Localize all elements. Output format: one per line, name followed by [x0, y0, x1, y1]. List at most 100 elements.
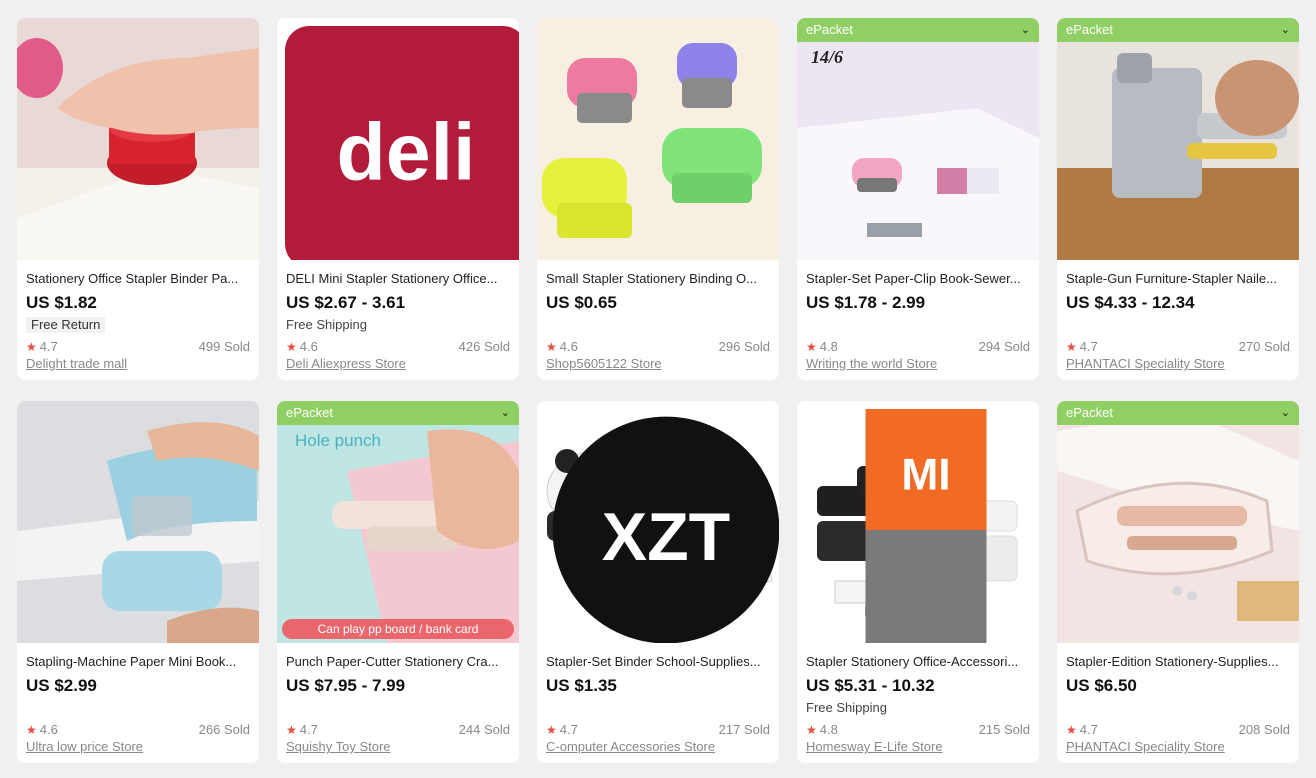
shipping-info	[286, 698, 510, 718]
sold-count: 215 Sold	[978, 721, 1030, 737]
product-price: US $0.65	[546, 293, 617, 312]
star-icon: ★	[1066, 722, 1077, 737]
epacket-banner[interactable]: ePacket ⌄	[1057, 18, 1299, 42]
shipping-info: Free Shipping	[806, 700, 887, 715]
store-link[interactable]: Ultra low price Store	[26, 738, 250, 756]
xzt-logo: XZT	[545, 409, 779, 643]
product-rating: 4.7	[1079, 338, 1098, 354]
shipping-info	[1066, 698, 1290, 718]
store-link[interactable]: PHANTACI Speciality Store	[1066, 355, 1290, 373]
store-link[interactable]: Writing the world Store	[806, 355, 1030, 373]
product-image[interactable]: MI	[797, 401, 1039, 643]
star-icon: ★	[546, 339, 557, 354]
product-rating: 4.6	[559, 338, 578, 354]
sold-count: 270 Sold	[1238, 338, 1290, 354]
epacket-label: ePacket	[1066, 22, 1113, 37]
product-title[interactable]: Stapler Stationery Office-Accessori...	[806, 653, 1030, 671]
product-card[interactable]: Stationery Office Stapler Binder Pa... U…	[17, 18, 259, 380]
product-image[interactable]	[537, 18, 779, 260]
product-title[interactable]: Stapling-Machine Paper Mini Book...	[26, 653, 250, 671]
product-price: US $1.78 - 2.99	[806, 293, 926, 312]
product-card[interactable]: Hole punch Can play pp board / bank card…	[277, 401, 519, 763]
sold-count: 294 Sold	[978, 338, 1030, 354]
sold-count: 426 Sold	[458, 338, 510, 354]
product-price: US $1.35	[546, 676, 617, 695]
sold-count: 208 Sold	[1238, 721, 1290, 737]
store-link[interactable]: Homesway E-Life Store	[806, 738, 1030, 756]
sold-count: 296 Sold	[718, 338, 770, 354]
product-image[interactable]: XZT	[537, 401, 779, 643]
epacket-banner[interactable]: ePacket ⌄	[797, 18, 1039, 42]
star-icon: ★	[546, 722, 557, 737]
chevron-down-icon[interactable]: ⌄	[1021, 18, 1030, 42]
product-title[interactable]: DELI Mini Stapler Stationery Office...	[286, 270, 510, 288]
store-link[interactable]: PHANTACI Speciality Store	[1066, 738, 1290, 756]
product-title[interactable]: Small Stapler Stationery Binding O...	[546, 270, 770, 288]
product-image[interactable]: 14/6 ePacket ⌄	[797, 18, 1039, 260]
product-price: US $6.50	[1066, 676, 1137, 695]
shipping-info	[806, 315, 1030, 335]
image-caption: Hole punch	[295, 431, 381, 450]
product-title[interactable]: Stapler-Set Binder School-Supplies...	[546, 653, 770, 671]
product-price: US $5.31 - 10.32	[806, 676, 935, 695]
product-title[interactable]: Punch Paper-Cutter Stationery Cra...	[286, 653, 510, 671]
image-banner: Can play pp board / bank card	[318, 622, 479, 636]
chevron-down-icon[interactable]: ⌄	[501, 401, 510, 425]
product-card[interactable]: deli DELI Mini Stapler Stationery Office…	[277, 18, 519, 380]
star-icon: ★	[1066, 339, 1077, 354]
epacket-label: ePacket	[806, 22, 853, 37]
product-image[interactable]	[17, 401, 259, 643]
epacket-label: ePacket	[286, 405, 333, 420]
product-card[interactable]: ePacket ⌄ Staple-Gun Furniture-Stapler Na…	[1057, 18, 1299, 380]
sold-count: 217 Sold	[718, 721, 770, 737]
product-title[interactable]: Staple-Gun Furniture-Stapler Naile...	[1066, 270, 1290, 288]
image-caption: 14/6	[811, 47, 843, 67]
product-rating: 4.7	[559, 721, 578, 737]
chevron-down-icon[interactable]: ⌄	[1281, 18, 1290, 42]
product-rating: 4.6	[39, 721, 58, 737]
star-icon: ★	[286, 722, 297, 737]
chevron-down-icon[interactable]: ⌄	[1281, 401, 1290, 425]
product-rating: 4.8	[819, 338, 838, 354]
product-card[interactable]: 14/6 ePacket ⌄ Stapler-Set Paper-Clip Boo…	[797, 18, 1039, 380]
epacket-banner[interactable]: ePacket ⌄	[277, 401, 519, 425]
product-card[interactable]: Small Stapler Stationery Binding O... US…	[537, 18, 779, 380]
star-icon: ★	[286, 339, 297, 354]
product-price: US $7.95 - 7.99	[286, 676, 406, 695]
product-card[interactable]: ePacket ⌄ Stapler-Edition Stationery-Supp…	[1057, 401, 1299, 763]
product-title[interactable]: Stapler-Edition Stationery-Supplies...	[1066, 653, 1290, 671]
epacket-banner[interactable]: ePacket ⌄	[1057, 401, 1299, 425]
store-link[interactable]: Shop5605122 Store	[546, 355, 770, 373]
sold-count: 244 Sold	[458, 721, 510, 737]
product-grid: Stationery Office Stapler Binder Pa... U…	[17, 18, 1299, 763]
store-link[interactable]: Delight trade mall	[26, 355, 250, 373]
sold-count: 499 Sold	[198, 338, 250, 354]
product-image[interactable]: deli	[277, 18, 519, 260]
product-title[interactable]: Stationery Office Stapler Binder Pa...	[26, 270, 250, 288]
product-card[interactable]: Stapling-Machine Paper Mini Book... US $…	[17, 401, 259, 763]
product-title[interactable]: Stapler-Set Paper-Clip Book-Sewer...	[806, 270, 1030, 288]
shipping-info: Free Shipping	[286, 317, 367, 332]
shipping-info	[26, 698, 250, 718]
star-icon: ★	[26, 722, 37, 737]
product-price: US $2.67 - 3.61	[286, 293, 406, 312]
product-rating: 4.7	[1079, 721, 1098, 737]
product-rating: 4.6	[299, 338, 318, 354]
epacket-label: ePacket	[1066, 405, 1113, 420]
product-price: US $4.33 - 12.34	[1066, 293, 1195, 312]
product-image[interactable]: Hole punch Can play pp board / bank card…	[277, 401, 519, 643]
product-card[interactable]: MI Stapler Stationery Office-Accessori..…	[797, 401, 1039, 763]
free-return-tag: Free Return	[26, 317, 106, 333]
svg-text:deli: deli	[337, 107, 476, 197]
product-rating: 4.7	[39, 338, 58, 354]
store-link[interactable]: Squishy Toy Store	[286, 738, 510, 756]
store-link[interactable]: C-omputer Accessories Store	[546, 738, 770, 756]
sold-count: 266 Sold	[198, 721, 250, 737]
product-image[interactable]	[17, 18, 259, 260]
star-icon: ★	[26, 339, 37, 354]
product-card[interactable]: XZT Stapler-Set Binder School-Supplies..…	[537, 401, 779, 763]
product-image[interactable]: ePacket ⌄	[1057, 18, 1299, 260]
shipping-info	[546, 315, 770, 335]
product-image[interactable]: ePacket ⌄	[1057, 401, 1299, 643]
store-link[interactable]: Deli Aliexpress Store	[286, 355, 510, 373]
